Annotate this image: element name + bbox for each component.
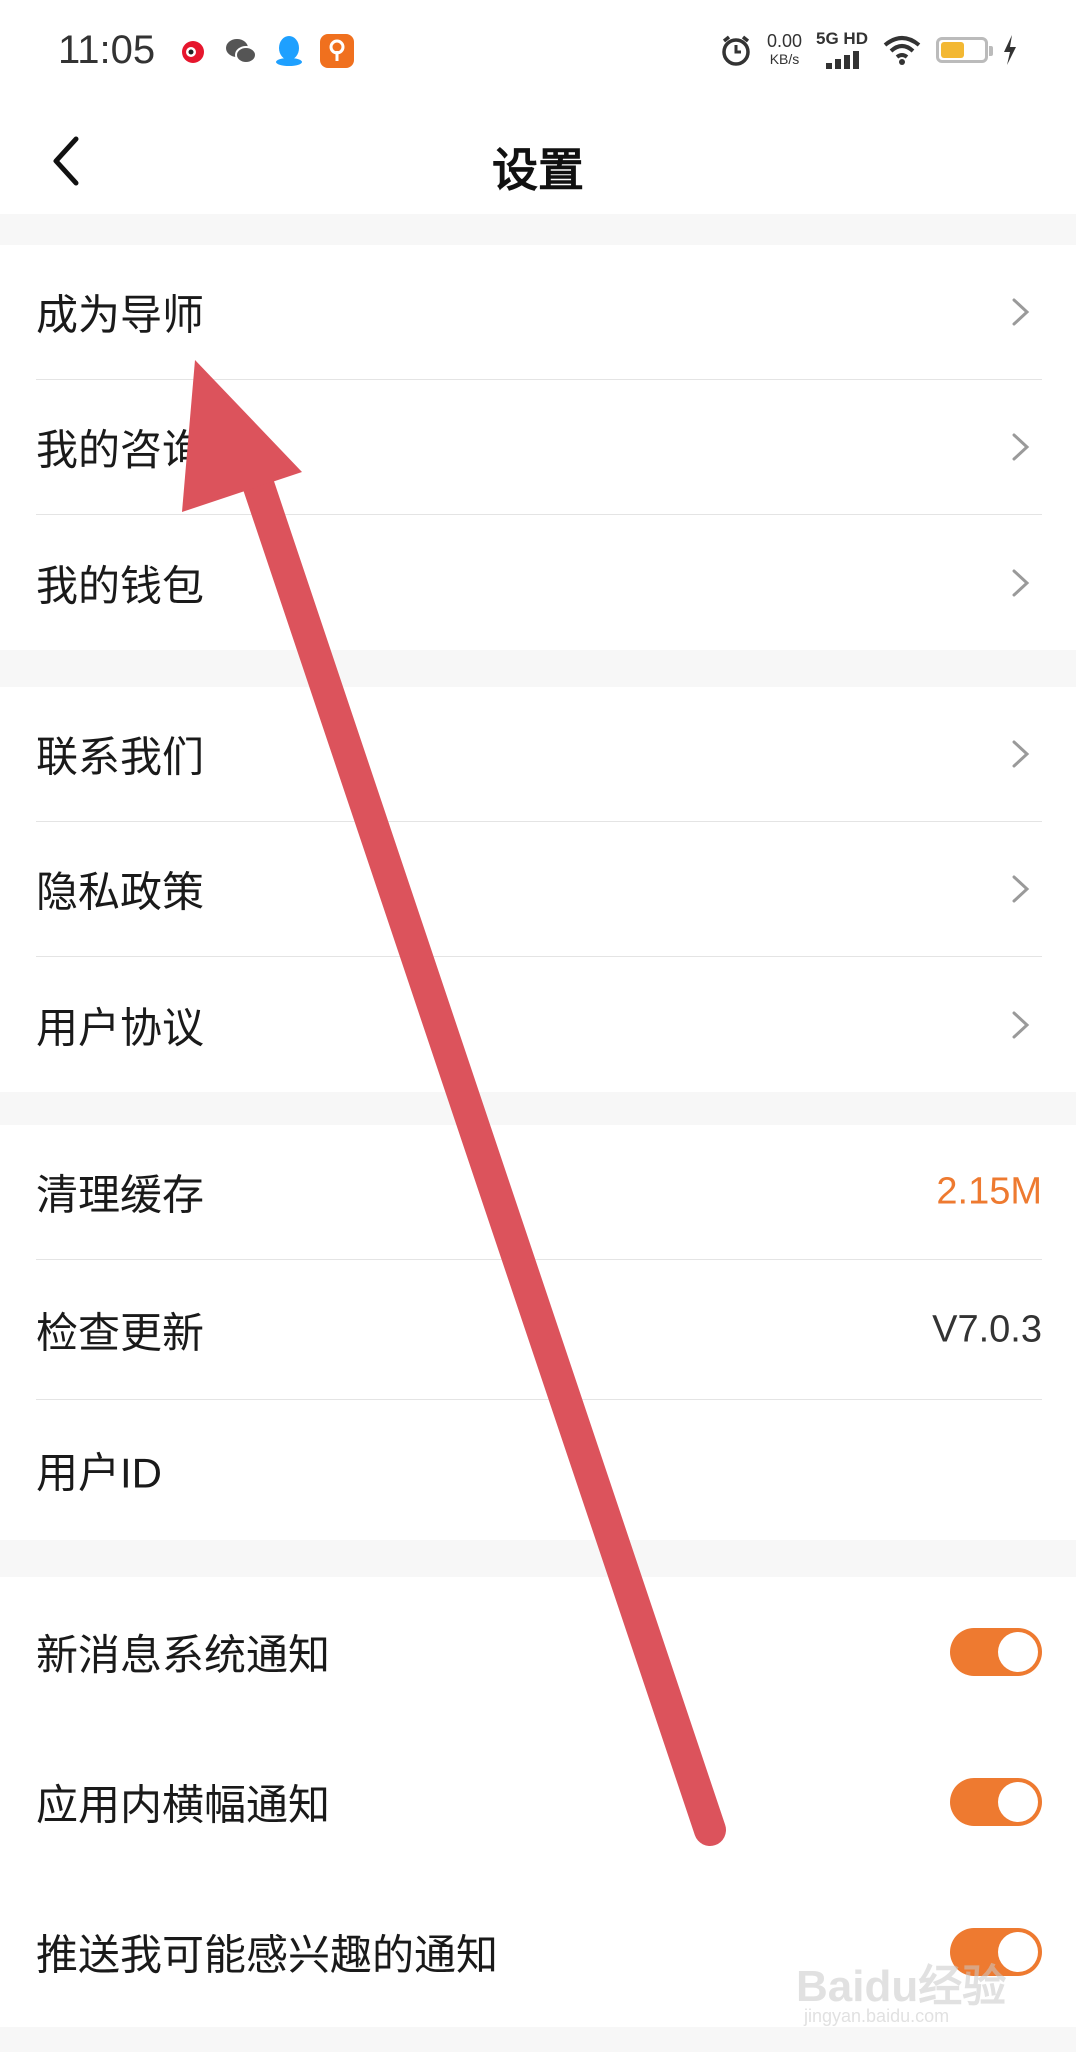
toggle-knob (998, 1782, 1038, 1822)
setting-row-banner-notifications: 应用内横幅通知 (36, 1727, 1042, 1877)
network-speed-unit: KB/s (769, 50, 800, 67)
banner-notifications-toggle[interactable] (950, 1778, 1042, 1826)
alarm-icon (722, 35, 750, 66)
setting-row-user-agreement[interactable]: 用户协议 (36, 957, 1042, 1092)
setting-label: 我的钱包 (36, 562, 205, 609)
setting-label: 用户ID (36, 1449, 163, 1497)
chevron-right-icon (1012, 875, 1030, 903)
watermark-text: Baidu经验 (796, 1962, 1007, 2011)
setting-row-check-update[interactable]: 检查更新 V7.0.3 (36, 1260, 1042, 1400)
network-speed: 0.00 KB/s (767, 32, 802, 68)
chevron-right-icon (1012, 740, 1030, 768)
weibo-icon (176, 34, 210, 68)
battery-level (941, 41, 965, 58)
status-bar: 11:05 0.00 KB/s 5G HD (0, 0, 1076, 108)
setting-row-user-id: 用户ID (36, 1400, 1042, 1540)
app-icon (320, 34, 354, 68)
setting-row-clear-cache[interactable]: 清理缓存 2.15M (36, 1125, 1042, 1260)
page-title: 设置 (492, 144, 584, 196)
status-time: 11:05 (58, 28, 156, 72)
setting-label: 检查更新 (36, 1309, 205, 1356)
setting-label: 我的咨询 (36, 426, 205, 474)
settings-group-account: 成为导师 我的咨询 我的钱包 (0, 245, 1076, 650)
battery-icon (936, 36, 993, 63)
setting-label: 应用内横幅通知 (36, 1781, 331, 1829)
setting-row-contact-us[interactable]: 联系我们 (36, 687, 1042, 822)
setting-row-my-consultations[interactable]: 我的咨询 (36, 380, 1042, 515)
status-indicators: 0.00 KB/s 5G HD (719, 30, 1018, 69)
signal-bars-icon (825, 49, 859, 69)
chevron-right-icon (1012, 1011, 1030, 1038)
setting-row-my-wallet[interactable]: 我的钱包 (36, 515, 1042, 650)
toggle-knob (998, 1632, 1038, 1672)
setting-label: 新消息系统通知 (36, 1631, 331, 1679)
chevron-right-icon (1012, 569, 1030, 596)
watermark-logo: Baidu经验 jingyan.baidu.com (796, 1950, 1016, 2030)
cache-size-value: 2.15M (936, 1170, 1042, 1213)
setting-label: 用户协议 (36, 1004, 205, 1051)
setting-row-become-mentor[interactable]: 成为导师 (36, 245, 1042, 380)
signal-group: 5G HD (816, 30, 868, 69)
wechat-icon (224, 34, 258, 68)
setting-label: 成为导师 (36, 291, 205, 339)
notification-icons (176, 34, 354, 68)
charging-icon (1004, 34, 1016, 65)
setting-label: 隐私政策 (36, 868, 205, 916)
setting-label: 推送我可能感兴趣的通知 (36, 1931, 499, 1979)
network-speed-value: 0.00 (766, 30, 803, 51)
setting-row-system-notifications: 新消息系统通知 (36, 1577, 1042, 1727)
chevron-right-icon (1012, 433, 1030, 461)
setting-label: 联系我们 (36, 733, 205, 781)
system-notifications-toggle[interactable] (950, 1628, 1042, 1676)
settings-group-system: 清理缓存 2.15M 检查更新 V7.0.3 用户ID (0, 1125, 1076, 1540)
signal-label: 5G HD (816, 29, 868, 48)
qq-icon (272, 34, 306, 68)
nav-bar: 设置 (0, 108, 1076, 214)
settings-screen: 11:05 0.00 KB/s 5G HD 设置 成为导师 我的咨询 我的钱包 … (0, 0, 1076, 2052)
setting-row-privacy-policy[interactable]: 隐私政策 (36, 822, 1042, 957)
settings-group-about: 联系我们 隐私政策 用户协议 (0, 687, 1076, 1092)
version-value: V7.0.3 (932, 1308, 1042, 1350)
watermark-subtext: jingyan.baidu.com (804, 2006, 950, 2026)
setting-label: 清理缓存 (36, 1171, 205, 1219)
wifi-icon (883, 35, 921, 65)
chevron-right-icon (1012, 298, 1030, 326)
